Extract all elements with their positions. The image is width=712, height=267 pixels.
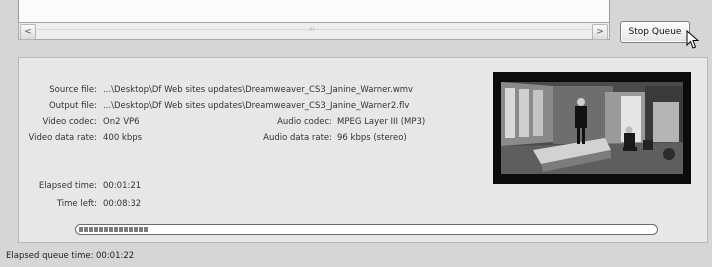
elapsed-queue-time-value: 00:01:22 [96, 251, 135, 261]
video-data-rate-label: Video data rate: [28, 133, 98, 143]
scroll-thumb-grip[interactable]: ⁞⁞⁞ [309, 26, 315, 33]
time-left-label: Time left: [56, 199, 97, 209]
audio-data-rate-label: Audio data rate: [263, 133, 332, 143]
elapsed-queue-time-label: Elapsed queue time: [6, 251, 94, 261]
output-file-value: ...\Desktop\Df Web sites updates\Dreamwe… [103, 101, 410, 111]
video-codec-value: On2 VP6 [103, 117, 140, 127]
time-left-value: 00:08:32 [103, 199, 142, 209]
scroll-left-button[interactable]: < [20, 24, 36, 40]
video-codec-label: Video codec: [42, 117, 97, 127]
source-file-label: Source file: [49, 85, 97, 95]
video-preview [493, 72, 691, 184]
audio-data-rate-value: 96 kbps (stereo) [337, 133, 407, 143]
elapsed-time-value: 00:01:21 [103, 181, 142, 191]
cursor-pointer-icon [686, 30, 700, 49]
stop-queue-button[interactable]: Stop Queue [620, 21, 690, 43]
horizontal-scrollbar[interactable]: < ⁞⁞⁞ > [18, 22, 610, 40]
audio-codec-value: MPEG Layer III (MP3) [337, 117, 426, 127]
encoding-progress-bar [75, 224, 658, 235]
source-file-value: ...\Desktop\Df Web sites updates\Dreamwe… [103, 85, 414, 95]
audio-codec-label: Audio codec: [277, 117, 332, 127]
elapsed-time-label: Elapsed time: [38, 181, 97, 191]
video-data-rate-value: 400 kbps [103, 133, 143, 143]
output-file-label: Output file: [48, 101, 97, 111]
scroll-right-button[interactable]: > [592, 24, 608, 40]
progress-fill [79, 227, 148, 232]
